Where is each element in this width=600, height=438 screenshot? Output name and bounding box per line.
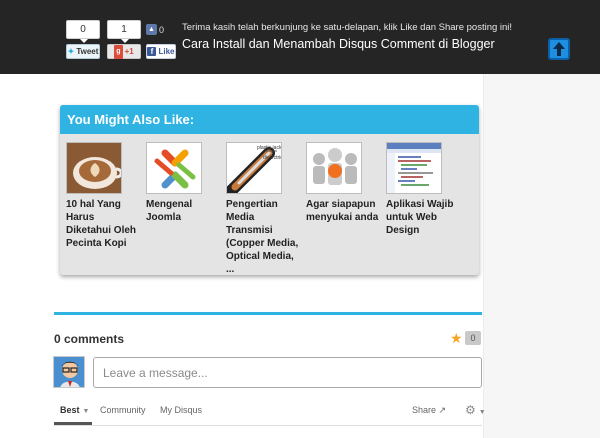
fb-like-count: 0 [159,24,165,35]
related-post-title: 10 hal Yang Harus Diketahui Oleh Pecinta… [66,199,137,249]
arrow-up-icon [553,42,565,56]
tab-best-label: Best [60,405,80,415]
gplus-widget: 1 g +1 [107,20,141,59]
people-group-thumbnail [306,142,362,194]
related-post-item[interactable]: Mengenal Joomla [140,142,216,224]
share-icon: ↗ [438,405,447,415]
chevron-down-icon: ▼ [82,408,90,415]
code-editor-thumbnail [386,142,442,194]
related-post-title: Aplikasi Wajib untuk Web Design [386,199,454,236]
chevron-down-icon: ▼ [478,409,486,416]
right-column [483,74,600,438]
tweet-label: Tweet [76,46,99,56]
related-posts-widget: You Might Also Like: 10 hal Yang Harus D… [60,105,479,275]
related-post-title: Agar siapapun menyukai anda [306,199,379,223]
post-title-link[interactable]: Cara Install dan Menambah Disqus Comment… [182,37,495,51]
svg-text:plastic jacket: plastic jacket [257,145,282,151]
gplus-button[interactable]: g +1 [107,44,141,59]
fb-like-widget: ▲ 0 f Like [146,20,176,59]
coffee-cup-thumbnail [66,142,122,194]
gplus-count: 1 [107,20,141,43]
comments-divider [54,312,482,315]
related-post-title: Mengenal Joomla [146,199,193,223]
fb-like-count-row: ▲ 0 [146,20,176,39]
active-tab-indicator [54,422,92,425]
thumbs-up-icon: ▲ [146,24,157,35]
message-input[interactable] [93,357,482,388]
share-message: Terima kasih telah berkunjung ke satu-de… [182,22,513,33]
share-label: Share [412,405,437,415]
share-button[interactable]: Share ↗ [412,405,446,416]
related-post-item[interactable]: Aplikasi Wajib untuk Web Design [380,142,456,237]
fb-like-button[interactable]: f Like [146,44,176,59]
related-posts-heading: You Might Also Like: [60,105,479,134]
tweet-widget: 0 ✦ Tweet [66,20,100,59]
fb-like-label: Like [158,46,175,56]
star-icon[interactable]: ★ [450,330,463,346]
avatar[interactable] [53,356,85,388]
related-post-item[interactable]: 10 hal Yang Harus Diketahui Oleh Pecinta… [60,142,136,250]
scroll-top-button[interactable] [548,38,570,60]
gear-icon[interactable]: ⚙ ▼ [465,403,486,417]
gplus-icon: g [114,44,123,59]
joomla-logo-thumbnail [146,142,202,194]
twitter-bird-icon: ✦ [67,46,75,56]
tweet-count: 0 [66,20,100,43]
tab-my-disqus[interactable]: My Disqus [160,405,202,415]
svg-text:dielectric: dielectric [263,155,282,161]
facebook-icon: f [147,47,157,56]
share-bar: 0 ✦ Tweet 1 g +1 ▲ 0 f Like Terima kasih… [0,0,600,74]
comment-tabs: Best ▼ Community My Disqus Share ↗ ⚙ ▼ [54,400,486,426]
recommend-count: 0 [465,331,481,345]
tweet-button[interactable]: ✦ Tweet [66,44,100,59]
tab-community[interactable]: Community [100,405,146,415]
tab-best[interactable]: Best ▼ [60,405,89,415]
comments-count: 0 comments [54,332,125,346]
gplus-label: +1 [124,46,134,56]
related-post-item[interactable]: plastic jacket dielectric Pengertian Med… [220,142,298,275]
related-post-item[interactable]: Agar siapapun menyukai anda [300,142,378,224]
coaxial-cable-thumbnail: plastic jacket dielectric [226,142,282,194]
related-post-title: Pengertian Media Transmisi (Copper Media… [226,199,299,275]
